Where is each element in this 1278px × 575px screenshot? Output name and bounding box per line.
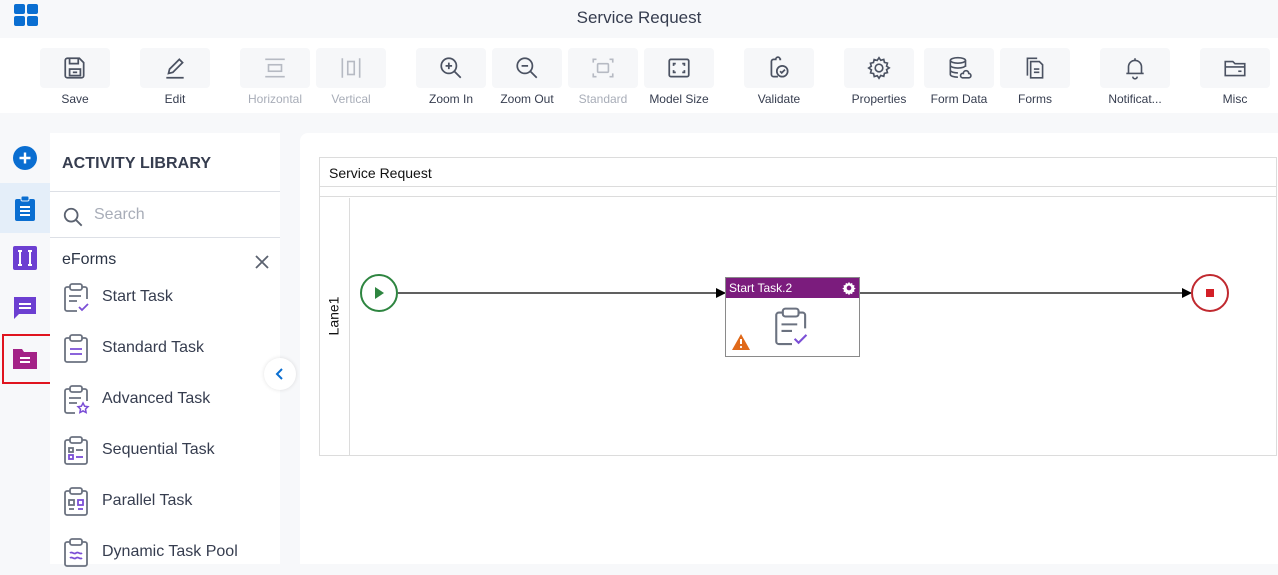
task-name: Start Task.2 xyxy=(729,281,793,295)
vertical-layout-icon xyxy=(341,58,361,78)
library-item-label: Parallel Task xyxy=(102,492,193,509)
process-canvas[interactable]: Service Request Lane1 Start Task.2 xyxy=(300,133,1278,564)
title-bar: Service Request xyxy=(0,0,1278,38)
forms-icon xyxy=(1026,57,1044,79)
start-task-icon xyxy=(64,283,89,312)
rail-item-activities[interactable] xyxy=(0,183,50,233)
task-start-task-2[interactable]: Start Task.2 xyxy=(725,277,860,357)
zoom-in-icon xyxy=(440,57,462,79)
library-title: ACTIVITY LIBRARY xyxy=(62,155,212,172)
save-button[interactable]: Save xyxy=(40,48,110,110)
start-task-icon xyxy=(775,307,808,346)
rail-item-integration[interactable] xyxy=(0,233,50,283)
library-item-label: Dynamic Task Pool xyxy=(102,543,238,560)
sequential-task-icon xyxy=(64,436,88,465)
search-input[interactable] xyxy=(94,204,264,226)
collapse-panel-button[interactable] xyxy=(264,358,296,390)
bell-icon xyxy=(1126,58,1144,80)
warning-icon[interactable] xyxy=(732,334,750,350)
library-item-sequential-task[interactable]: Sequential Task xyxy=(50,429,280,473)
form-data-button[interactable]: Form Data xyxy=(924,48,994,110)
chat-icon xyxy=(14,297,36,319)
rail-item-messages[interactable] xyxy=(0,283,50,333)
search-icon xyxy=(63,207,83,227)
library-item-parallel-task[interactable]: Parallel Task xyxy=(50,480,280,524)
forms-label: Forms xyxy=(1018,92,1052,106)
pencil-icon xyxy=(166,58,184,79)
notifications-label: Notificat... xyxy=(1108,92,1162,106)
divider xyxy=(50,237,280,238)
library-item-label: Sequential Task xyxy=(102,441,215,458)
parallel-task-icon xyxy=(64,487,88,516)
folder-icon xyxy=(1224,60,1246,77)
chevron-left-icon xyxy=(275,368,283,380)
library-item-start-task[interactable]: Start Task xyxy=(50,276,280,320)
window-title: Service Request xyxy=(576,8,702,27)
vertical-label: Vertical xyxy=(331,92,371,106)
library-item-advanced-task[interactable]: Advanced Task xyxy=(50,378,280,422)
folder-doc-icon xyxy=(13,349,37,369)
close-icon[interactable] xyxy=(254,254,270,270)
library-item-label: Standard Task xyxy=(102,339,204,356)
vertical-button[interactable]: Vertical xyxy=(316,48,386,110)
activity-library-panel: ACTIVITY LIBRARY eForms Start Task Stand… xyxy=(50,133,280,567)
zoom-in-button[interactable]: Zoom In xyxy=(416,48,486,110)
forms-button[interactable]: Forms xyxy=(1000,48,1070,110)
validate-icon xyxy=(770,56,789,78)
toolbar: Save Edit Horizontal Vertical Zoom In Zo… xyxy=(0,38,1278,113)
validate-label: Validate xyxy=(757,92,801,106)
model-size-button[interactable]: Model Size xyxy=(644,48,714,110)
model-size-icon xyxy=(668,58,690,78)
zoom-out-icon xyxy=(516,57,538,79)
save-label: Save xyxy=(61,92,89,106)
end-event[interactable] xyxy=(1191,274,1229,312)
dynamic-task-pool-icon xyxy=(64,538,88,567)
rail-item-add[interactable] xyxy=(0,133,50,183)
library-item-label: Advanced Task xyxy=(102,390,211,407)
horizontal-layout-icon xyxy=(265,58,285,78)
left-rail xyxy=(0,133,53,564)
database-icon xyxy=(949,56,972,79)
edit-label: Edit xyxy=(164,92,186,106)
standard-button[interactable]: Standard xyxy=(568,48,638,110)
library-item-label: Start Task xyxy=(102,288,173,305)
misc-label: Misc xyxy=(1222,92,1248,106)
model-size-label: Model Size xyxy=(649,92,709,106)
zoom-out-button[interactable]: Zoom Out xyxy=(492,48,562,110)
edit-button[interactable]: Edit xyxy=(140,48,210,110)
gear-icon[interactable] xyxy=(842,281,856,295)
task-header: Start Task.2 xyxy=(726,278,859,298)
standard-task-icon xyxy=(64,334,88,363)
standard-size-icon xyxy=(592,58,614,78)
library-item-standard-task[interactable]: Standard Task xyxy=(50,327,280,371)
integration-icon xyxy=(13,246,37,270)
category-title: eForms xyxy=(62,251,117,268)
pool[interactable]: Service Request Lane1 Start Task.2 xyxy=(319,157,1277,456)
library-item-dynamic-task-pool[interactable]: Dynamic Task Pool xyxy=(50,531,280,575)
gear-icon xyxy=(867,56,891,80)
properties-button[interactable]: Properties xyxy=(844,48,914,110)
advanced-task-icon xyxy=(64,385,90,414)
misc-button[interactable]: Misc xyxy=(1200,48,1270,110)
start-event[interactable] xyxy=(360,274,398,312)
clipboard-icon xyxy=(15,195,35,221)
library-search xyxy=(50,192,280,238)
rail-item-eforms[interactable] xyxy=(0,333,53,384)
plus-circle-icon xyxy=(13,146,37,170)
validate-button[interactable]: Validate xyxy=(744,48,814,110)
save-icon xyxy=(64,57,85,79)
horizontal-button[interactable]: Horizontal xyxy=(240,48,310,110)
stop-icon xyxy=(1206,289,1214,297)
notifications-button[interactable]: Notificat... xyxy=(1100,48,1170,110)
